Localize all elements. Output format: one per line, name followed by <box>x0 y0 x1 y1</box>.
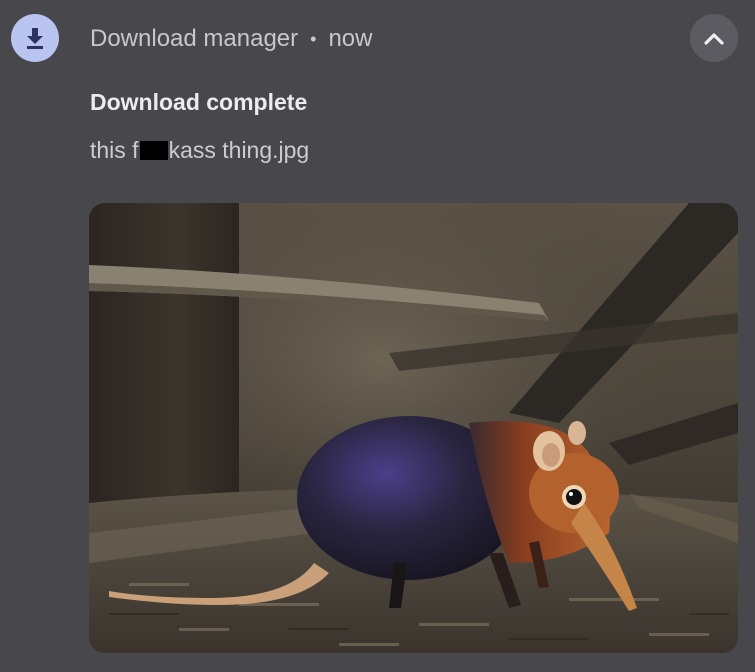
notification-title: Download complete <box>90 89 308 115</box>
timestamp: now <box>328 25 373 52</box>
elephant-shrew-photo <box>89 203 738 653</box>
collapse-button[interactable] <box>690 14 738 62</box>
notification-card[interactable]: Download manager • now Download complete… <box>0 0 755 672</box>
app-name: Download manager <box>90 25 299 52</box>
filename-prefix: this f <box>90 137 139 163</box>
filename-suffix: kass thing.jpg <box>168 137 310 163</box>
image-preview[interactable] <box>89 203 738 653</box>
header-separator: • <box>310 28 317 49</box>
notification-header: Download manager • now <box>90 24 372 54</box>
downloaded-filename: this f kass thing.jpg <box>90 137 309 164</box>
app-icon-badge <box>11 14 59 62</box>
redaction-bar <box>139 141 168 160</box>
download-icon <box>27 28 43 49</box>
chevron-up-icon <box>704 33 724 45</box>
